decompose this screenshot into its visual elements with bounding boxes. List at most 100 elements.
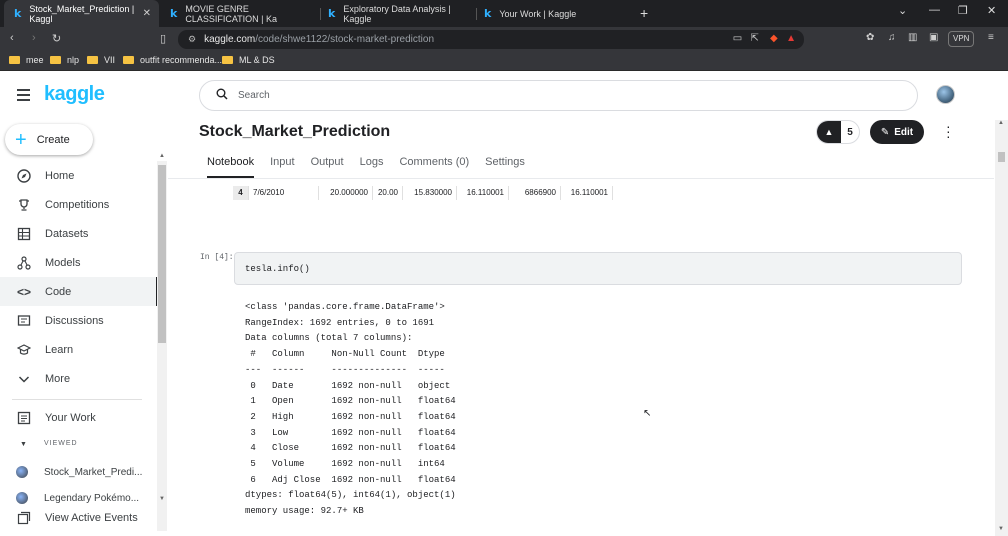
brave-rewards-icon[interactable]: ▲ <box>786 33 796 44</box>
upvote-arrow-icon[interactable]: ▲ <box>817 121 841 143</box>
compass-icon <box>17 168 31 183</box>
trophy-icon <box>17 198 31 212</box>
browser-tab[interactable]: k Your Work | Kaggle <box>474 0 632 27</box>
notebook-tabs: Notebook Input Output Logs Comments (0) … <box>207 156 541 178</box>
main-scroll-thumb[interactable] <box>998 152 1005 162</box>
recent-notebook-item[interactable]: Stock_Market_Predi... <box>16 466 142 478</box>
extensions-icon[interactable]: ✿ <box>866 32 874 43</box>
vpn-button[interactable]: VPN <box>948 31 975 47</box>
bookmark-folder[interactable]: VII <box>87 55 115 65</box>
sidebar-item-more[interactable]: More <box>0 364 158 393</box>
back-icon[interactable]: ‹ <box>10 32 14 44</box>
sidebar-scrollbar[interactable]: ▲ ▼ <box>157 153 167 531</box>
create-button[interactable]: + Create <box>5 124 93 155</box>
browser-tab-title: Exploratory Data Analysis | Kaggle <box>343 3 451 24</box>
sidebar-item-your-work[interactable]: Your Work <box>0 403 158 432</box>
kaggle-favicon-icon: k <box>484 7 492 20</box>
new-tab-button[interactable]: + <box>640 5 648 21</box>
plus-icon: + <box>15 128 27 151</box>
media-icon[interactable]: ♫ <box>888 32 896 43</box>
cell-prompt: In [4]: <box>200 253 234 262</box>
brave-shield-icon[interactable]: ◆ <box>770 33 778 44</box>
kaggle-favicon-icon: k <box>170 7 178 20</box>
address-bar[interactable]: ⚙ kaggle.com/code/shwe1122/stock-market-… <box>178 30 804 49</box>
bookmark-folder[interactable]: nlp <box>50 55 79 65</box>
sidebar-item-view-active-events[interactable]: View Active Events <box>0 503 158 532</box>
search-placeholder: Search <box>238 90 270 101</box>
sidebar-item-label: Discussions <box>45 314 104 327</box>
sidebar-scroll-thumb[interactable] <box>158 165 166 343</box>
wallet-icon[interactable]: ▣ <box>929 32 938 43</box>
kaggle-favicon-icon: k <box>14 7 22 20</box>
browser-tab-bar: k Stock_Market_Prediction | Kaggl ✕ k MO… <box>0 0 1008 27</box>
hamburger-menu-icon[interactable] <box>17 89 30 104</box>
code-cell[interactable]: tesla.info() <box>234 252 962 285</box>
sidebar-item-learn[interactable]: Learn <box>0 335 158 364</box>
share-icon[interactable]: ⇱ <box>751 33 759 44</box>
upvote-button[interactable]: ▲ 5 <box>816 120 860 144</box>
close-tab-icon[interactable]: ✕ <box>143 8 151 19</box>
address-bar-actions: ▭ ⇱ ◆ ▲ <box>733 33 796 44</box>
scroll-down-icon[interactable]: ▼ <box>159 496 165 502</box>
tab-comments[interactable]: Comments (0) <box>399 156 469 178</box>
cell-output: <class 'pandas.core.frame.DataFrame'> Ran… <box>245 300 456 520</box>
kaggle-sidebar: kaggle + Create Home Competitions Datase… <box>0 71 168 536</box>
create-label: Create <box>36 133 70 146</box>
bookmarks-bar: mee nlp VII outfit recommenda... ML & DS <box>0 51 1008 71</box>
site-settings-icon[interactable]: ⚙ <box>188 34 196 45</box>
sidebar-item-label: Your Work <box>45 411 96 424</box>
search-input[interactable]: Search <box>199 80 918 111</box>
tab-settings[interactable]: Settings <box>485 156 525 178</box>
df-cell: 20.00 <box>373 186 403 200</box>
scroll-up-icon[interactable]: ▲ <box>159 153 165 159</box>
caret-down-icon[interactable]: ▼ <box>20 441 27 448</box>
search-icon <box>216 88 228 103</box>
maximize-icon[interactable]: ❐ <box>958 4 968 17</box>
main-scrollbar[interactable]: ▲ ▼ <box>995 120 1008 536</box>
close-window-icon[interactable]: ✕ <box>987 4 996 17</box>
bookmark-folder[interactable]: mee <box>9 55 44 65</box>
table-icon <box>17 227 31 241</box>
user-avatar[interactable] <box>936 85 955 104</box>
edit-button[interactable]: ✎ Edit <box>870 120 924 144</box>
sidebar-item-label: Code <box>45 285 72 298</box>
browser-tab[interactable]: k Stock_Market_Prediction | Kaggl ✕ <box>4 0 159 27</box>
browser-tab[interactable]: k Exploratory Data Analysis | Kaggle <box>318 0 476 27</box>
pencil-icon: ✎ <box>880 126 890 138</box>
sidebar-item-home[interactable]: Home <box>0 161 158 190</box>
browser-tab-title: MOVIE GENRE CLASSIFICATION | Ka <box>185 3 278 24</box>
sidebar-divider <box>12 399 142 400</box>
menu-icon[interactable]: ≡ <box>988 32 994 43</box>
minimize-icon[interactable]: — <box>929 4 940 16</box>
forward-icon[interactable]: › <box>32 32 36 44</box>
tab-search-icon[interactable]: ⌄ <box>898 4 907 17</box>
scroll-up-icon[interactable]: ▲ <box>998 120 1004 126</box>
sidebar-item-code[interactable]: <> Code <box>0 277 158 306</box>
bookmark-icon[interactable]: ▯ <box>160 32 166 45</box>
kaggle-logo[interactable]: kaggle <box>44 83 105 106</box>
events-icon <box>17 511 31 525</box>
tab-output[interactable]: Output <box>311 156 344 178</box>
sidebar-item-models[interactable]: Models <box>0 248 158 277</box>
sidebar-item-discussions[interactable]: Discussions <box>0 306 158 335</box>
output-line: # Column Non-Null Count Dtype <box>245 349 456 360</box>
browser-tab-title: Your Work | Kaggle <box>499 8 577 19</box>
browser-tab[interactable]: k MOVIE GENRE CLASSIFICATION | Ka <box>160 0 318 27</box>
sidebar-toggle-icon[interactable]: ▥ <box>908 32 917 43</box>
output-line: 4 Close 1692 non-null float64 <box>245 443 456 454</box>
tab-logs[interactable]: Logs <box>360 156 384 178</box>
bookmark-folder[interactable]: ML & DS <box>222 55 275 65</box>
scroll-down-icon[interactable]: ▼ <box>998 526 1004 532</box>
sidebar-item-datasets[interactable]: Datasets <box>0 219 158 248</box>
notebook-title: Stock_Market_Prediction <box>199 123 391 140</box>
reload-icon[interactable]: ↻ <box>52 32 61 45</box>
sidebar-item-competitions[interactable]: Competitions <box>0 190 158 219</box>
sidebar-item-label: Competitions <box>45 198 110 211</box>
more-options-icon[interactable]: · · · <box>946 119 952 143</box>
sidebar-item-label: More <box>45 372 71 385</box>
tab-input[interactable]: Input <box>270 156 294 178</box>
cast-icon[interactable]: ▭ <box>733 33 742 44</box>
bookmark-folder[interactable]: outfit recommenda... <box>123 55 222 65</box>
tab-notebook[interactable]: Notebook <box>207 156 255 178</box>
output-line: 1 Open 1692 non-null float64 <box>245 396 456 407</box>
